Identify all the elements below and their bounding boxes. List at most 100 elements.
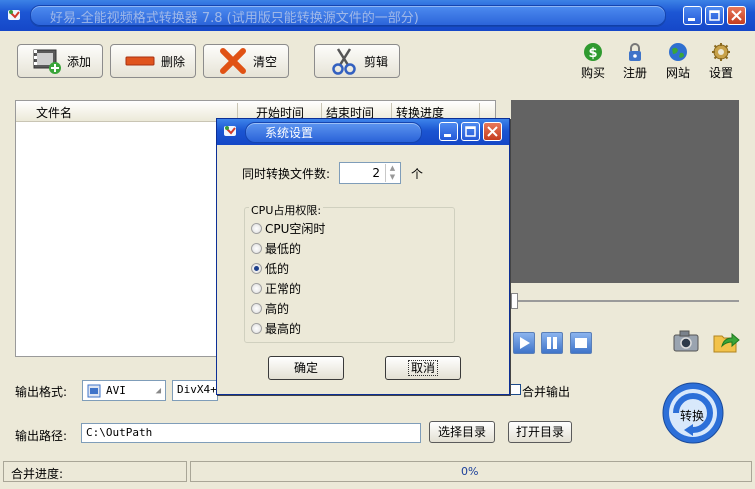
- merge-output-checkbox[interactable]: [510, 384, 521, 395]
- play-button[interactable]: [513, 332, 535, 354]
- settings-dialog: 系统设置 同时转换文件数: 2 ▲ ▼ 个 CPU占用权限: CPU空闲时 最低的…: [216, 118, 510, 395]
- add-button-label: 添加: [67, 54, 92, 69]
- codec-select[interactable]: DivX4+M: [172, 380, 218, 401]
- radio-circle[interactable]: [251, 322, 262, 334]
- column-header-filename[interactable]: 文件名: [36, 104, 72, 121]
- radio-circle[interactable]: [251, 282, 262, 294]
- website-label: 网站: [665, 66, 690, 80]
- format-select[interactable]: AVI ◢: [82, 380, 166, 401]
- concurrent-files-label: 同时转换文件数:: [242, 167, 331, 181]
- output-path-label: 输出路径:: [15, 429, 68, 443]
- column-divider[interactable]: [479, 103, 480, 119]
- cpu-option-radio[interactable]: 正常的: [251, 279, 301, 297]
- cancel-label: 取消: [407, 360, 438, 376]
- seek-track: [511, 300, 739, 302]
- play-icon: [520, 337, 530, 349]
- clear-x-icon: [220, 48, 246, 74]
- concurrent-files-value: 2: [372, 166, 380, 180]
- title-bar[interactable]: 好易-全能视频格式转换器 7.8 (试用版只能转换源文件的一部分): [0, 0, 755, 31]
- delete-button-label: 删除: [161, 54, 186, 69]
- cpu-option-list: CPU空闲时 最低的低的正常的高的最高的: [251, 219, 451, 339]
- output-path-input[interactable]: C:\OutPath: [81, 423, 421, 443]
- pause-button[interactable]: [541, 332, 563, 354]
- minimize-button[interactable]: [683, 6, 702, 25]
- stop-button[interactable]: [570, 332, 592, 354]
- choose-directory-label: 选择目录: [437, 425, 486, 439]
- dropdown-arrow-icon: ◢: [155, 385, 161, 396]
- radio-circle[interactable]: [251, 222, 262, 234]
- dialog-close-button[interactable]: [483, 122, 502, 141]
- convert-button[interactable]: 转换: [662, 382, 724, 444]
- camera-icon[interactable]: [672, 329, 700, 353]
- dialog-title-bar[interactable]: 系统设置: [217, 119, 509, 145]
- cancel-button[interactable]: 取消: [385, 356, 461, 380]
- dialog-maximize-button[interactable]: [461, 122, 480, 141]
- open-directory-button[interactable]: 打开目录: [508, 421, 572, 443]
- stop-icon: [575, 338, 587, 348]
- radio-circle[interactable]: [251, 302, 262, 314]
- globe-icon: [669, 43, 687, 61]
- avi-file-icon: [87, 384, 101, 397]
- dialog-minimize-button[interactable]: [439, 122, 458, 141]
- chevron-down-icon: ▼: [389, 173, 396, 181]
- chevron-up-icon: ▲: [389, 164, 396, 172]
- cpu-option-radio[interactable]: 最低的: [251, 239, 301, 257]
- app-icon: [8, 10, 20, 20]
- dollar-icon: $: [584, 43, 602, 61]
- minimize-icon: [444, 134, 451, 137]
- edit-button-label: 剪辑: [364, 54, 389, 69]
- spinner-down-button[interactable]: ▼: [385, 173, 399, 182]
- remove-icon: [125, 56, 155, 66]
- add-file-icon: [33, 49, 61, 74]
- cpu-option-label: CPU空闲时: [265, 221, 326, 236]
- settings-button[interactable]: 设置: [701, 42, 741, 81]
- register-label: 注册: [622, 66, 647, 80]
- register-button[interactable]: 注册: [615, 42, 655, 81]
- cpu-option-radio[interactable]: CPU空闲时: [251, 219, 325, 237]
- cpu-option-label: 最高的: [265, 321, 302, 336]
- spinner-up-button[interactable]: ▲: [385, 164, 399, 173]
- column-divider[interactable]: [391, 103, 392, 119]
- edit-button[interactable]: 剪辑: [314, 44, 400, 78]
- cpu-priority-label: CPU占用权限:: [249, 202, 324, 218]
- maximize-icon: [465, 126, 476, 137]
- concurrent-files-spinner[interactable]: 2 ▲ ▼: [339, 162, 401, 184]
- convert-label: 转换: [680, 409, 705, 423]
- choose-directory-button[interactable]: 选择目录: [429, 421, 495, 443]
- buy-button[interactable]: $ 购买: [573, 42, 613, 81]
- gear-icon: [712, 43, 730, 61]
- svg-text:$: $: [588, 46, 597, 61]
- website-button[interactable]: 网站: [658, 42, 698, 81]
- seek-thumb[interactable]: [511, 293, 518, 309]
- radio-circle[interactable]: [251, 242, 262, 254]
- cpu-option-radio[interactable]: 低的: [251, 259, 289, 277]
- column-divider[interactable]: [237, 103, 238, 119]
- maximize-button[interactable]: [705, 6, 724, 25]
- open-folder-icon[interactable]: [712, 328, 740, 354]
- cpu-option-label: 最低的: [265, 241, 302, 256]
- buy-label: 购买: [580, 66, 605, 80]
- merge-progress-cell: 合并进度:: [3, 461, 187, 482]
- video-preview: [511, 100, 739, 283]
- maximize-icon: [709, 10, 720, 21]
- cpu-option-radio[interactable]: 最高的: [251, 319, 301, 337]
- scissors-icon: [332, 48, 356, 75]
- minimize-icon: [688, 18, 695, 21]
- cpu-option-label: 高的: [265, 301, 290, 316]
- dialog-title: 系统设置: [265, 126, 314, 140]
- seek-slider[interactable]: [511, 291, 739, 311]
- ok-button[interactable]: 确定: [268, 356, 344, 380]
- format-value: AVI: [106, 384, 126, 397]
- dialog-app-icon: [224, 126, 236, 136]
- cpu-option-radio[interactable]: 高的: [251, 299, 289, 317]
- add-button[interactable]: 添加: [17, 44, 103, 78]
- delete-button[interactable]: 删除: [110, 44, 196, 78]
- settings-label: 设置: [708, 66, 733, 80]
- radio-circle[interactable]: [251, 262, 262, 274]
- concurrent-files-unit: 个: [411, 167, 424, 181]
- cpu-option-label: 正常的: [265, 281, 302, 296]
- lock-icon: [629, 43, 641, 61]
- column-divider[interactable]: [321, 103, 322, 119]
- close-button[interactable]: [727, 6, 746, 25]
- clear-button[interactable]: 清空: [203, 44, 289, 78]
